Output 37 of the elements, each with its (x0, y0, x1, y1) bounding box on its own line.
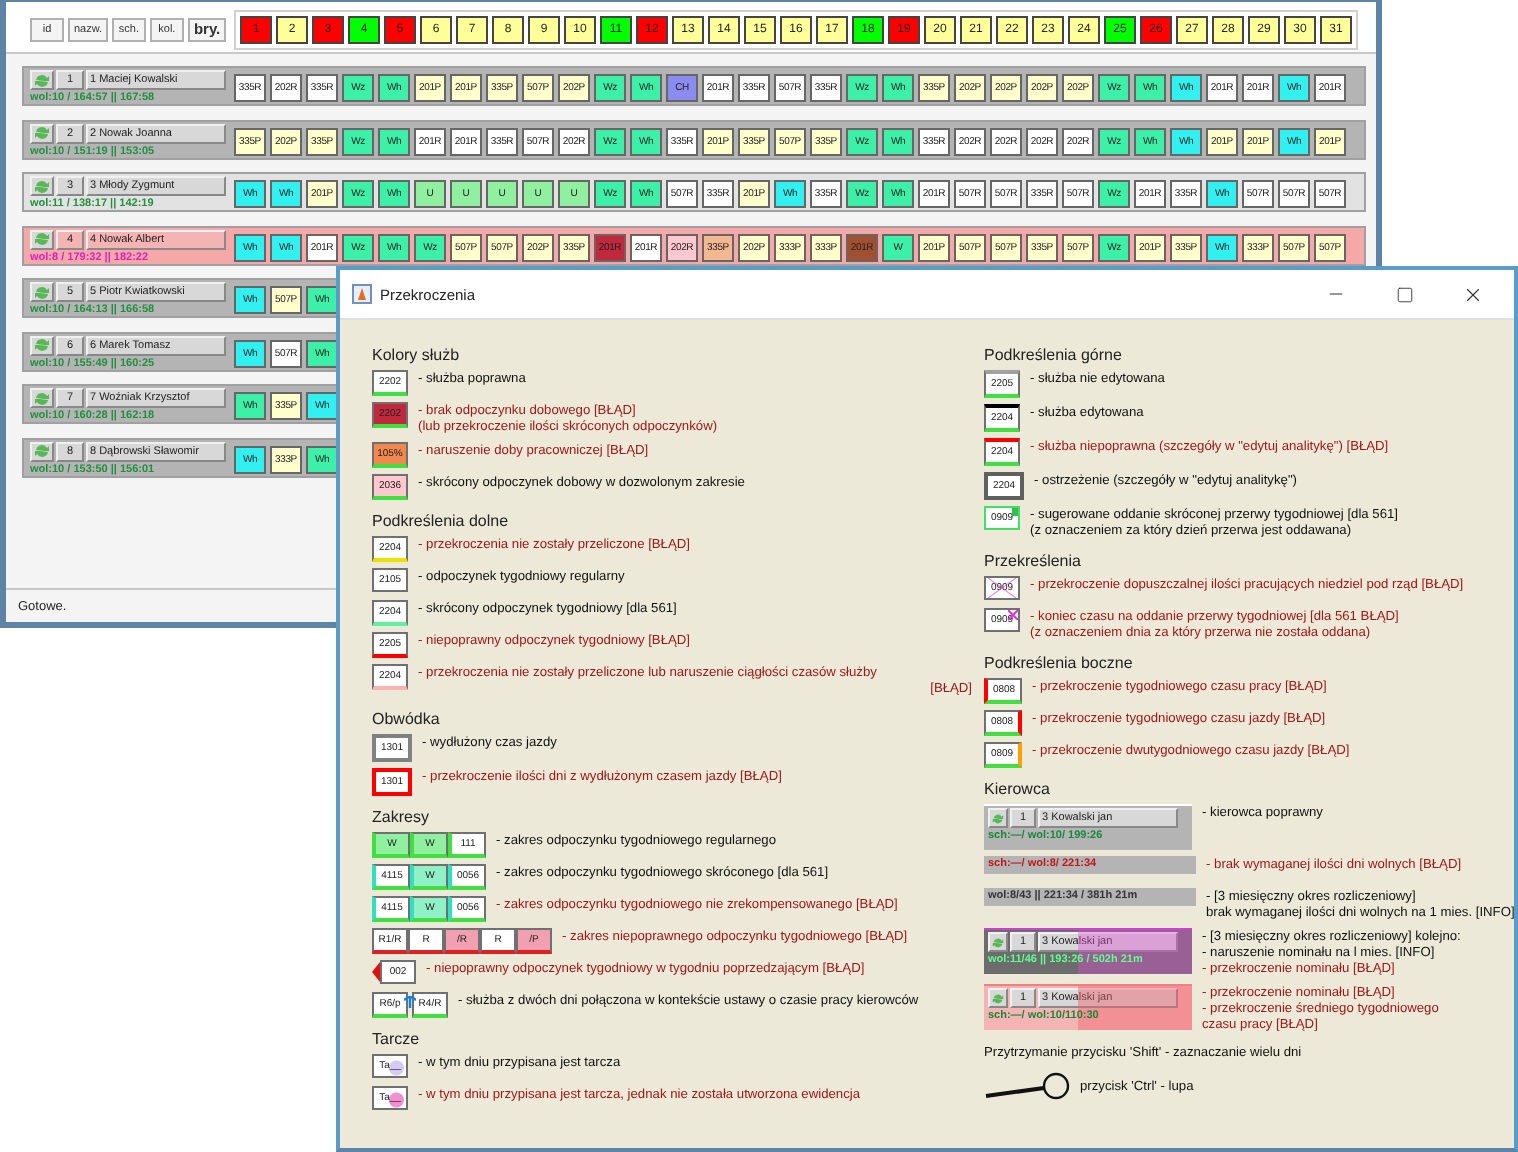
refresh-button[interactable] (30, 70, 54, 90)
section-heading: Podkreślenia górne (984, 346, 1124, 364)
refresh-icon (34, 126, 50, 140)
refresh-icon (992, 811, 1004, 825)
corner-icon (1012, 508, 1018, 516)
app-icon (352, 284, 372, 304)
refresh-button[interactable] (30, 335, 54, 355)
section-heading: Kolory służb (372, 346, 462, 364)
arrow-icon (372, 962, 380, 982)
refresh-icon (34, 179, 50, 193)
refresh-icon (34, 73, 50, 87)
magnifier-icon (984, 1072, 1072, 1100)
refresh-button[interactable] (988, 932, 1008, 952)
section-heading: Podkreślenia boczne (984, 654, 1135, 672)
refresh-button[interactable] (30, 176, 54, 196)
section-heading: Kierowca (984, 780, 1052, 798)
section-heading: Zakresy (372, 808, 431, 826)
refresh-button[interactable] (988, 988, 1008, 1008)
refresh-button[interactable] (30, 123, 54, 143)
section-heading: Obwódka (372, 710, 442, 728)
refresh-button[interactable] (30, 388, 54, 408)
refresh-icon (992, 935, 1004, 949)
section-heading: Podkreślenia dolne (372, 512, 511, 530)
refresh-icon (34, 338, 50, 352)
refresh-button[interactable] (30, 229, 54, 249)
refresh-icon (34, 285, 50, 299)
refresh-icon (34, 232, 50, 246)
refresh-button[interactable] (30, 282, 54, 302)
refresh-icon (34, 444, 50, 458)
refresh-icon (992, 991, 1004, 1005)
maximize-icon (1395, 285, 1413, 303)
section-heading: Przekreślenia (984, 552, 1083, 570)
section-heading: Tarcze (372, 1030, 422, 1048)
close-icon (1461, 283, 1483, 305)
refresh-button[interactable] (30, 441, 54, 461)
refresh-button[interactable] (988, 808, 1008, 828)
refresh-icon (34, 391, 50, 405)
